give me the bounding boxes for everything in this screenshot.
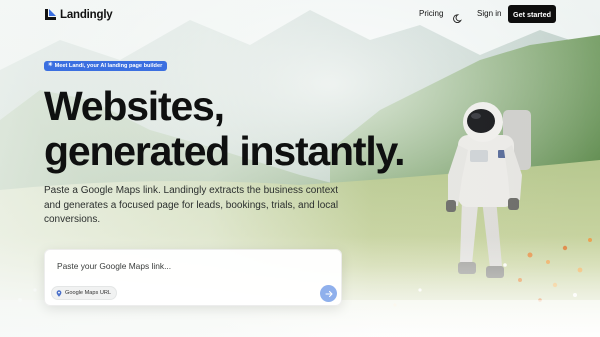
headline-line-2: generated instantly. bbox=[44, 128, 405, 174]
map-pin-icon bbox=[56, 289, 62, 297]
landingly-logo-icon bbox=[45, 9, 56, 20]
chip-label: Google Maps URL bbox=[65, 290, 112, 296]
badge-label: Meet Landi, your AI landing page builder bbox=[54, 63, 163, 69]
get-started-button[interactable]: Get started bbox=[508, 5, 556, 23]
moon-icon bbox=[453, 14, 462, 23]
brand-name: Landingly bbox=[60, 8, 113, 21]
theme-toggle-button[interactable] bbox=[453, 9, 464, 23]
submit-button[interactable] bbox=[320, 285, 337, 302]
headline-line-1: Websites, bbox=[44, 83, 225, 129]
source-chip[interactable]: Google Maps URL bbox=[51, 286, 118, 300]
sparkle-icon: ✳ bbox=[48, 62, 53, 69]
announcement-badge[interactable]: ✳ Meet Landi, your AI landing page build… bbox=[44, 61, 168, 71]
hero-subtitle: Paste a Google Maps link. Landingly extr… bbox=[44, 185, 339, 225]
nav-signin-link[interactable]: Sign in bbox=[477, 9, 501, 18]
nav-pricing-link[interactable]: Pricing bbox=[419, 9, 443, 18]
maps-link-input[interactable] bbox=[57, 259, 327, 273]
maps-link-card: Google Maps URL bbox=[44, 249, 342, 306]
arrow-right-icon bbox=[324, 290, 333, 297]
top-nav: Landingly Pricing Sign in Get started bbox=[0, 0, 600, 30]
hero-headline: Websites, generated instantly. bbox=[44, 83, 405, 174]
brand-logo[interactable]: Landingly bbox=[44, 8, 113, 21]
